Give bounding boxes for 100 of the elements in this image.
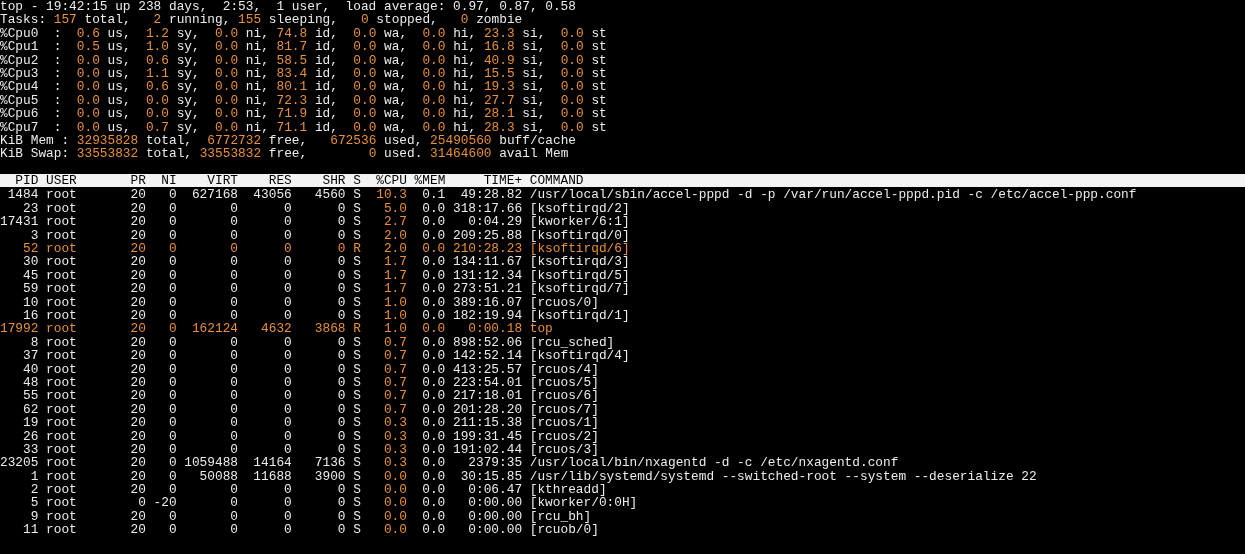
- table-cell-text: root: [45, 362, 77, 376]
- table-cell: 0.0: [422, 349, 446, 363]
- table-cell-text: root: [45, 442, 77, 457]
- table-cell: 0: [168, 442, 177, 457]
- table-cell: 0: [230, 255, 238, 269]
- table-cell-text: S: [352, 255, 361, 269]
- table-cell-text: [ksoftirqd/0]: [528, 228, 630, 243]
- table-cell: 199:31.45: [452, 429, 523, 443]
- table-cell-text: [ksoftirqd/2]: [528, 201, 630, 216]
- table-cell: 0: [337, 309, 346, 323]
- table-cell: 1.0: [383, 322, 407, 336]
- table-cell: 2.0: [383, 228, 407, 243]
- table-cell-text: [rcuos/3]: [528, 442, 599, 457]
- table-cell: 0.0: [383, 483, 407, 497]
- table-cell: 20: [130, 335, 146, 350]
- table-cell: 0: [168, 215, 177, 229]
- table-cell: 0.0: [422, 523, 446, 537]
- table-cell: 2: [30, 483, 39, 497]
- table-cell: 0: [284, 429, 292, 443]
- table-cell-text: S: [352, 456, 361, 470]
- table-cell: 0.0: [383, 523, 407, 537]
- table-cell: 0: [230, 282, 238, 296]
- table-cell-text: root: [45, 375, 77, 390]
- table-cell: 0: [230, 429, 238, 443]
- table-cell: 11688: [253, 469, 292, 484]
- table-cell: 0: [230, 295, 238, 309]
- table-cell: 20: [130, 295, 146, 309]
- table-cell-text: root: [45, 215, 77, 229]
- table-cell: 0: [168, 282, 177, 296]
- table-cell: 50088: [199, 469, 238, 484]
- table-cell: 0: [230, 483, 238, 497]
- table-cell: 20: [130, 416, 146, 430]
- table-cell: 1: [30, 469, 39, 484]
- table-cell: 0: [337, 509, 346, 524]
- table-cell-text: S: [352, 483, 361, 497]
- table-cell: 0.0: [422, 389, 446, 403]
- table-cell: 11: [23, 523, 39, 537]
- table-cell: 0: [230, 402, 238, 417]
- table-cell: 0.7: [383, 335, 407, 350]
- table-cell: 17431: [0, 215, 39, 229]
- table-cell: 26: [23, 429, 39, 443]
- table-cell: 0.0: [383, 496, 407, 510]
- table-cell: 5: [30, 496, 39, 510]
- table-cell: 0: [230, 335, 238, 350]
- table-cell-text: S: [352, 362, 361, 376]
- table-cell: 134:11.67: [452, 255, 523, 269]
- table-cell: 191:02.44: [452, 442, 523, 457]
- table-cell: 52: [23, 242, 39, 256]
- table-cell: 0.3: [383, 416, 407, 430]
- table-cell: 0.0: [422, 228, 446, 243]
- column-header: %MEM: [414, 174, 446, 188]
- table-cell: 0: [284, 242, 292, 256]
- table-cell-text: root: [45, 509, 77, 524]
- table-cell-text: S: [352, 429, 361, 443]
- table-cell-text: root: [45, 201, 77, 216]
- table-cell: 20: [130, 255, 146, 269]
- table-cell: 0: [168, 295, 177, 309]
- column-header: NI: [161, 174, 177, 188]
- table-cell: 20: [130, 456, 146, 470]
- table-cell: 20: [130, 389, 146, 403]
- table-cell: 1.7: [383, 255, 407, 269]
- table-cell: 0.7: [383, 362, 407, 376]
- table-cell: 20: [130, 309, 146, 323]
- table-cell-text: S: [352, 228, 361, 243]
- table-cell: 1.0: [383, 309, 407, 323]
- table-cell-text: root: [45, 416, 77, 430]
- table-cell-text: root: [45, 389, 77, 403]
- table-cell: 0:00.00: [468, 523, 523, 537]
- table-cell-text: root: [45, 335, 77, 350]
- table-cell: 0: [230, 442, 238, 457]
- table-cell-text: S: [352, 442, 361, 457]
- table-cell: 131:12.34: [452, 268, 523, 283]
- table-cell: 20: [130, 375, 146, 390]
- table-cell-text: [kworker/0:0H]: [528, 496, 638, 510]
- table-cell-text: [rcuos/1]: [528, 416, 599, 430]
- table-cell: 0: [230, 215, 238, 229]
- table-cell-text: S: [352, 523, 361, 537]
- table-cell: 0: [337, 375, 346, 390]
- table-cell-text: root: [45, 523, 77, 537]
- table-cell: 10: [23, 295, 39, 309]
- table-cell: 0: [337, 282, 346, 296]
- table-cell: 0.7: [383, 375, 407, 390]
- table-cell: 23205: [0, 456, 39, 470]
- table-cell: 20: [130, 402, 146, 417]
- table-cell: 0.0: [422, 509, 446, 524]
- table-cell: 20: [130, 188, 146, 202]
- table-cell: 33: [23, 442, 39, 457]
- table-cell: 5.0: [383, 201, 407, 216]
- table-cell-text: S: [352, 335, 361, 350]
- table-cell-text: [ksoftirqd/4]: [528, 349, 630, 363]
- table-cell: 182:19.94: [452, 309, 523, 323]
- table-cell: 0: [337, 429, 346, 443]
- table-cell: 217:18.01: [452, 389, 523, 403]
- table-cell-text: S: [352, 282, 361, 296]
- table-cell: 0: [284, 282, 292, 296]
- table-cell-text: root: [45, 295, 77, 309]
- table-cell: 3868: [314, 322, 346, 336]
- table-cell: 0: [230, 416, 238, 430]
- table-cell: 0: [168, 201, 177, 216]
- table-cell-text: [kworker/6:1]: [528, 215, 630, 229]
